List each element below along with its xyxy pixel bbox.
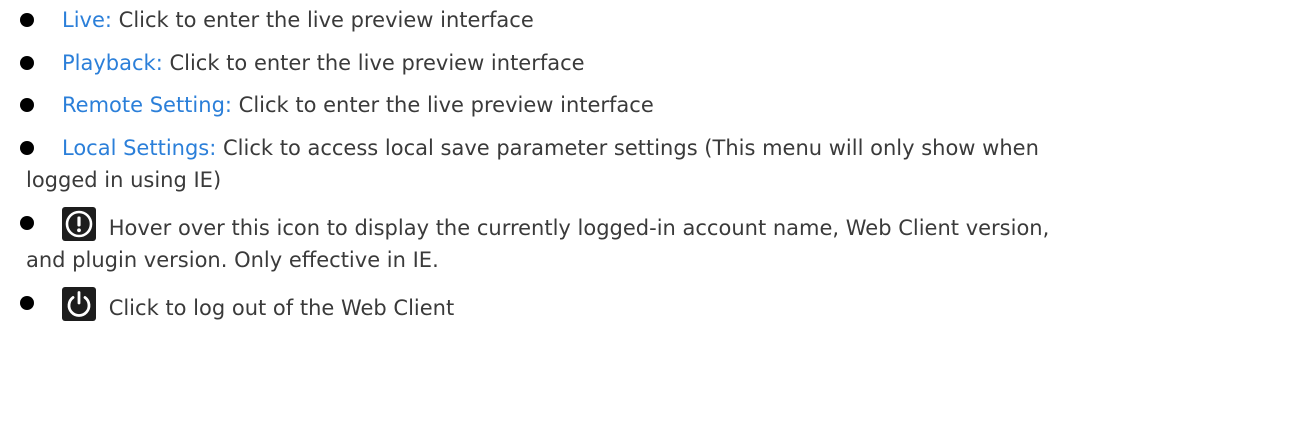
term-live: Live: xyxy=(62,8,112,32)
description: Hover over this icon to display the curr… xyxy=(108,215,1050,240)
list-item-playback: Playback: Click to enter the live previe… xyxy=(0,47,1294,80)
list-item-local-settings: Local Settings: Click to access local sa… xyxy=(0,132,1294,197)
description: Click to log out of the Web Client xyxy=(108,295,455,320)
term-local-settings: Local Settings: xyxy=(62,135,217,160)
bullet xyxy=(20,215,34,230)
bullet xyxy=(20,98,34,113)
description-continued: and plugin version. Only effective in IE… xyxy=(26,248,439,273)
bullet xyxy=(20,140,34,155)
list-item-power-icon: Click to log out of the Web Client xyxy=(0,286,1294,325)
description: Click to enter the live preview interfac… xyxy=(169,50,585,75)
description: Click to enter the live preview interfac… xyxy=(238,93,654,118)
feature-list: Live: Click to enter the live preview in… xyxy=(0,0,1294,324)
list-item-remote-setting: Remote Setting: Click to enter the live … xyxy=(0,89,1294,122)
power-icon xyxy=(62,286,96,321)
list-item-live: Live: Click to enter the live preview in… xyxy=(0,4,1294,37)
bullet xyxy=(20,295,34,310)
term-playback: Playback: xyxy=(62,50,163,75)
term-remote-setting: Remote Setting: xyxy=(62,93,232,118)
description-continued: logged in using IE) xyxy=(26,168,222,193)
bullet xyxy=(20,55,34,70)
bullet xyxy=(20,13,34,27)
description: Click to enter the live preview interfac… xyxy=(118,8,534,32)
list-item-info-icon: Hover over this icon to display the curr… xyxy=(0,206,1294,277)
info-exclamation-icon xyxy=(62,206,96,241)
description: Click to access local save parameter set… xyxy=(223,135,1039,160)
